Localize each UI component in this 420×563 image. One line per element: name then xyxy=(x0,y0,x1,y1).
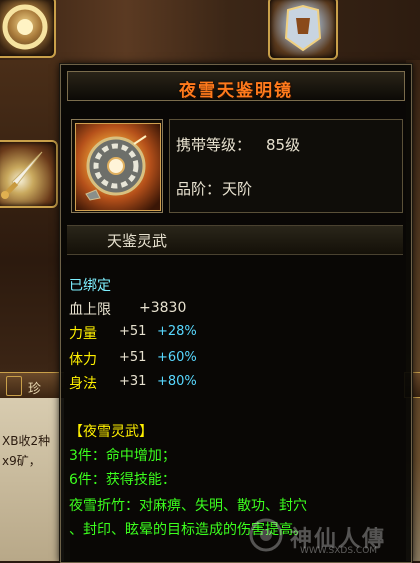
dagger-icon[interactable] xyxy=(0,140,58,208)
grade-value: 天阶 xyxy=(222,180,253,198)
stat-base-value: +31 xyxy=(119,374,147,389)
carry-level-label: 携带等级： xyxy=(176,136,252,154)
hp-label: 血上限 xyxy=(69,302,111,318)
chat-tab-button[interactable] xyxy=(6,376,22,396)
set-bonus-6: 6件：获得技能： xyxy=(69,472,176,488)
stat-base-value: +51 xyxy=(119,350,147,365)
set-title: 【夜雪灵武】 xyxy=(69,424,153,440)
set-skill-line-1: 夜雪折竹：对麻痹、失明、散功、封穴 xyxy=(69,498,307,514)
watermark-url: WWW.SXDS.COM xyxy=(300,546,378,556)
stat-name: 体力 xyxy=(69,352,97,368)
armor-chest-icon[interactable] xyxy=(268,0,338,60)
stat-name: 力量 xyxy=(69,326,97,342)
item-icon-frame xyxy=(71,119,163,213)
stat-percent-value: +60% xyxy=(157,350,197,365)
item-title-bar: 夜雪天鉴明镜 xyxy=(67,71,405,101)
stat-name: 身法 xyxy=(69,376,97,392)
bound-status: 已绑定 xyxy=(69,278,111,294)
stat-percent-value: +28% xyxy=(157,324,197,339)
stat-percent-value: +80% xyxy=(157,374,197,389)
stat-base-value: +51 xyxy=(119,324,147,339)
item-category: 天鉴灵武 xyxy=(107,232,168,250)
watermark-logo-icon xyxy=(249,518,283,552)
bronze-mirror-wheel-icon xyxy=(75,123,161,211)
chat-line: XB收2种 xyxy=(2,434,51,448)
grade-label: 品阶： xyxy=(176,180,222,198)
hp-value: +3830 xyxy=(139,300,187,316)
item-name: 夜雪天鉴明镜 xyxy=(179,81,293,101)
chat-panel: XB收2种 x9矿， xyxy=(0,398,64,561)
chat-tab-label[interactable]: 珍 xyxy=(28,378,41,397)
bronze-mirror-icon[interactable] xyxy=(0,0,56,58)
chat-line: x9矿， xyxy=(2,454,41,468)
item-header-info: 携带等级： 85级 品阶： 天阶 xyxy=(169,119,403,213)
carry-level-value: 85级 xyxy=(266,136,301,154)
set-bonus-3: 3件：命中增加； xyxy=(69,448,176,464)
item-tooltip: 夜雪天鉴明镜 携带等级： 85级 品阶： 天阶 天鉴灵武 已绑定 血上限 +38… xyxy=(60,64,412,563)
item-category-bar: 天鉴灵武 xyxy=(67,225,403,255)
